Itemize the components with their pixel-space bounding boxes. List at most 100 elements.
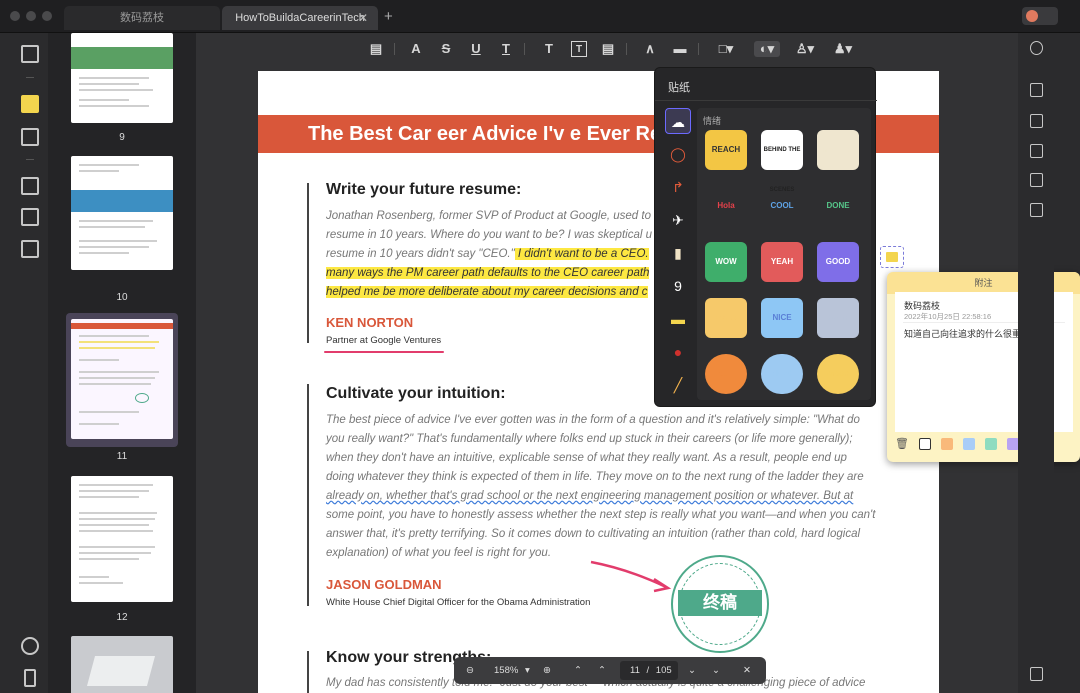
layers-icon[interactable]	[21, 637, 39, 655]
category-tape-icon[interactable]: ▬	[665, 306, 691, 332]
category-emotion-icon[interactable]: ☁	[665, 108, 691, 134]
comment-icon[interactable]: ▤	[368, 41, 384, 57]
tab-1[interactable]: 数码荔枝	[64, 6, 220, 30]
thumbnail-page-number: 12	[116, 612, 128, 623]
avatar[interactable]	[1022, 7, 1058, 25]
thumbnail-page-9[interactable]	[71, 33, 173, 123]
zoom-dropdown-icon[interactable]: ▾	[525, 665, 530, 676]
search-icon[interactable]	[1030, 41, 1043, 55]
share-icon[interactable]	[1030, 173, 1043, 187]
signature-icon[interactable]: ♟▾	[832, 41, 854, 57]
reader-icon[interactable]	[21, 45, 39, 63]
last-page-icon[interactable]: ⌄	[712, 665, 720, 676]
edit-icon[interactable]	[21, 128, 39, 146]
page-input[interactable]: 11 / 105	[620, 661, 678, 680]
pen-underline[interactable]	[324, 351, 444, 353]
color-swatch-green[interactable]	[985, 438, 997, 450]
sticker-item[interactable]: NICE	[761, 298, 803, 338]
form-icon[interactable]	[21, 240, 39, 258]
next-page-icon[interactable]: ⌄	[688, 665, 696, 676]
thumbnail-page-11[interactable]	[71, 319, 173, 439]
highlighted-text[interactable]: helped me be more deliberate about my ca…	[326, 286, 648, 298]
sticker-item[interactable]: WOW	[705, 242, 747, 282]
comments-panel-icon[interactable]	[1030, 667, 1043, 681]
highlighted-text[interactable]: many ways the PM career path defaults to…	[326, 267, 650, 279]
banner-title: The Best Car eer Advice I'v e Ever Re	[308, 123, 662, 145]
highlighted-text[interactable]: I didn't want to be a CEO.	[514, 248, 649, 260]
thumbnail-page-number: 9	[119, 132, 125, 143]
category-pencil-icon[interactable]: ╱	[665, 372, 691, 398]
stamp-icon[interactable]: ♙▾	[794, 41, 816, 57]
prev-page-icon[interactable]: ⌃	[598, 665, 606, 676]
eraser-icon[interactable]: ▬	[672, 41, 688, 57]
sticker-item[interactable]: GOOD TRY	[817, 242, 859, 306]
close-tab-icon[interactable]: ✕	[358, 6, 368, 30]
category-circle-icon[interactable]: ◯	[665, 141, 691, 167]
protect-icon[interactable]	[1030, 144, 1043, 158]
sticker-item[interactable]: COOL	[761, 186, 803, 226]
sticker-item[interactable]: notepad	[817, 130, 859, 170]
highlight-icon[interactable]: A	[408, 41, 424, 57]
pdfa-icon[interactable]	[1030, 114, 1043, 128]
thumbnail-page-13[interactable]	[71, 636, 173, 693]
sticker-item[interactable]: sun	[705, 354, 747, 394]
arrow-drawing[interactable]	[588, 557, 674, 597]
callout-icon[interactable]: ▤	[600, 41, 616, 57]
email-icon[interactable]	[1030, 203, 1043, 217]
sticker-item[interactable]: peace	[705, 298, 747, 338]
pencil-icon[interactable]: ∧	[642, 41, 658, 57]
comment-tool-icon[interactable]	[21, 95, 39, 113]
sticker-item[interactable]: cloud	[761, 354, 803, 394]
shape-icon[interactable]: □▾	[718, 41, 734, 57]
tab-1-label: 数码荔枝	[120, 12, 164, 24]
current-page: 11	[630, 665, 640, 676]
sticker-item[interactable]: Hola	[705, 186, 747, 226]
trash-icon[interactable]: 🗑	[895, 438, 909, 450]
section-heading: Write your future resume:	[326, 181, 522, 198]
sticker-item[interactable]: DONE	[817, 186, 859, 226]
organize-pages-icon[interactable]	[21, 177, 39, 195]
quote-bar	[307, 183, 309, 343]
category-blob-icon[interactable]: ●	[665, 339, 691, 365]
color-swatch-white[interactable]	[919, 438, 931, 450]
textbox-icon[interactable]: T	[571, 41, 587, 57]
note-text[interactable]: 知道自己向往追求的什么很重要	[904, 327, 1030, 340]
zoom-in-icon[interactable]: ⊕	[543, 665, 551, 676]
sticker-item[interactable]: YEAH	[761, 242, 803, 282]
sticker-item[interactable]: REACH	[705, 130, 747, 170]
first-page-icon[interactable]: ⌃	[574, 665, 582, 676]
sticker-item[interactable]: moon	[817, 354, 859, 394]
window-controls[interactable]	[10, 11, 52, 21]
zoom-out-icon[interactable]: ⊖	[466, 665, 474, 676]
color-swatch-blue[interactable]	[963, 438, 975, 450]
sticker-item[interactable]: storm	[817, 298, 859, 338]
body-text: resume in 10 years didn't say "CEO."	[326, 248, 515, 260]
text-icon[interactable]: T	[541, 41, 557, 57]
category-note-icon[interactable]: ▮	[665, 240, 691, 266]
tab-2[interactable]: HowToBuildaCareerinTech ✕	[222, 6, 378, 30]
underline-icon[interactable]: U	[468, 41, 484, 57]
comment-marker-icon[interactable]	[880, 246, 904, 268]
zoom-bar: ⊖ 158% ▾ ⊕ ⌃ ⌃ 11 / 105 ⌄ ⌄ ✕	[454, 657, 766, 684]
page-separator: /	[646, 665, 650, 676]
stamp[interactable]: 终稿	[671, 555, 769, 653]
convert-icon[interactable]	[1030, 83, 1043, 97]
strikethrough-icon[interactable]: S	[438, 41, 454, 57]
sticker-icon[interactable]: ◐▾	[754, 41, 780, 57]
close-zoom-icon[interactable]: ✕	[743, 665, 751, 676]
category-arrow-icon[interactable]: ↱	[665, 174, 691, 200]
crop-icon[interactable]	[21, 208, 39, 226]
thumbnail-page-10[interactable]	[71, 156, 173, 270]
zoom-level[interactable]: 158%	[494, 665, 518, 676]
color-swatch-orange[interactable]	[941, 438, 953, 450]
category-number-icon[interactable]: 9	[665, 273, 691, 299]
new-tab-icon[interactable]: +	[384, 8, 393, 25]
thumbnail-panel: 9 10 11 12	[48, 33, 196, 693]
bookmark-icon[interactable]	[24, 669, 36, 687]
sticker-item[interactable]: BEHIND THE SCENES	[761, 130, 803, 193]
thumbnail-page-number: 11	[116, 451, 128, 462]
category-plane-icon[interactable]: ✈	[665, 207, 691, 233]
thumbnail-page-12[interactable]	[71, 476, 173, 602]
thumbnail-page-number: 10	[116, 292, 128, 303]
squiggly-icon[interactable]: T	[498, 41, 514, 57]
